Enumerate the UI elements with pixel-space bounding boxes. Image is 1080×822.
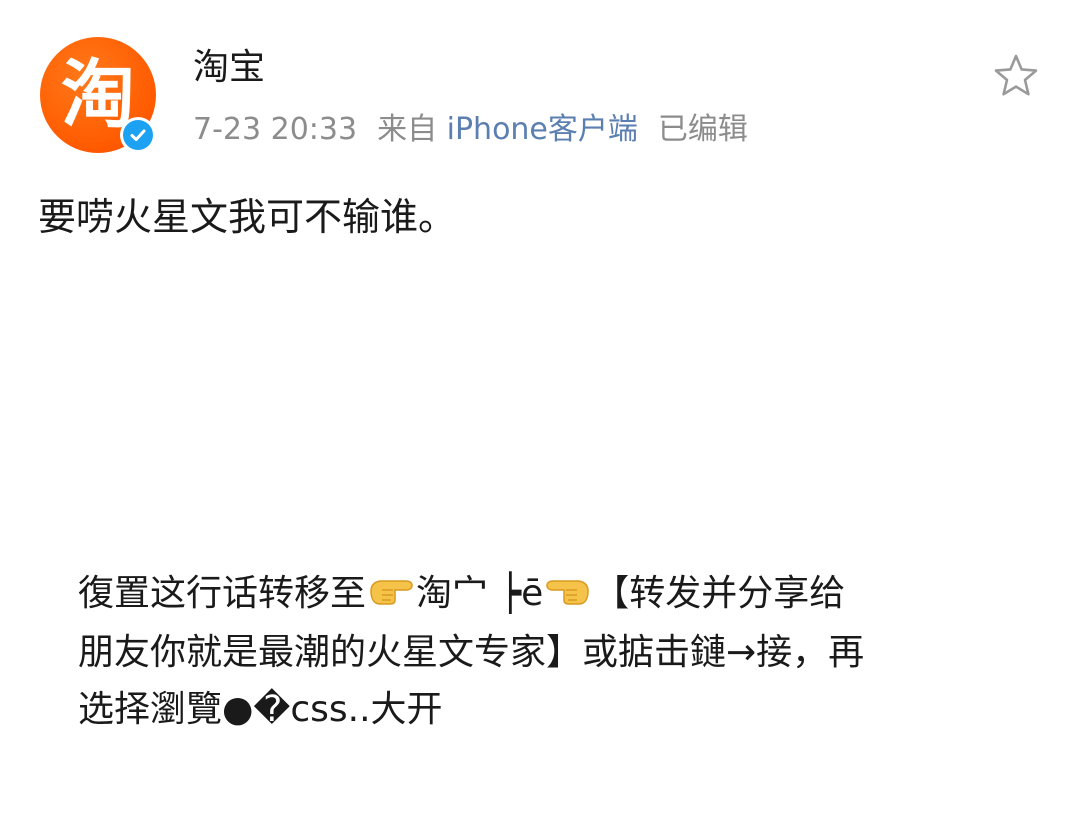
author-avatar[interactable]: 淘 bbox=[40, 37, 156, 153]
post-meta: 7-23 20:33 来自 iPhone客户端 已编辑 bbox=[193, 108, 748, 152]
image-text-line-3: 选择瀏覽●�css..大开 bbox=[78, 688, 443, 730]
image-caption-text: 復置这行话转移至 淘宀 ┝ē 【转发并分享给 朋友你就是最潮的火星文专家】或掂击… bbox=[78, 565, 1038, 738]
backhand-index-pointing-left-icon bbox=[545, 567, 591, 624]
verified-icon bbox=[120, 117, 156, 153]
image-text-line-1: 復置这行话转移至 淘宀 ┝ē 【转发并分享给 bbox=[78, 565, 1038, 624]
post-image[interactable] bbox=[32, 264, 1048, 822]
post-body-text: 要唠火星文我可不输谁。 bbox=[38, 195, 457, 239]
image-text-segment: 淘宀 ┝ē bbox=[416, 573, 544, 614]
author-name[interactable]: 淘宝 bbox=[193, 44, 265, 92]
source-prefix: 来自 bbox=[377, 112, 438, 147]
image-text-segment: 【转发并分享给 bbox=[593, 573, 846, 614]
image-text-line-2: 朋友你就是最潮的火星文专家】或掂击鏈→接，再 bbox=[78, 631, 865, 673]
weibo-post-card: 淘 淘宝 7-23 20:33 来自 iPhone客户端 已编辑 要唠火星文我可不输… bbox=[0, 0, 1080, 822]
favorite-star-button[interactable] bbox=[990, 50, 1042, 102]
post-date: 7-23 20:33 bbox=[193, 112, 358, 147]
image-text-segment: 復置这行话转移至 bbox=[78, 573, 367, 614]
backhand-index-pointing-right-icon bbox=[368, 567, 414, 624]
edited-label[interactable]: 已编辑 bbox=[658, 112, 748, 147]
source-client-link[interactable]: iPhone客户端 bbox=[447, 112, 638, 147]
star-outline-icon bbox=[994, 54, 1038, 96]
